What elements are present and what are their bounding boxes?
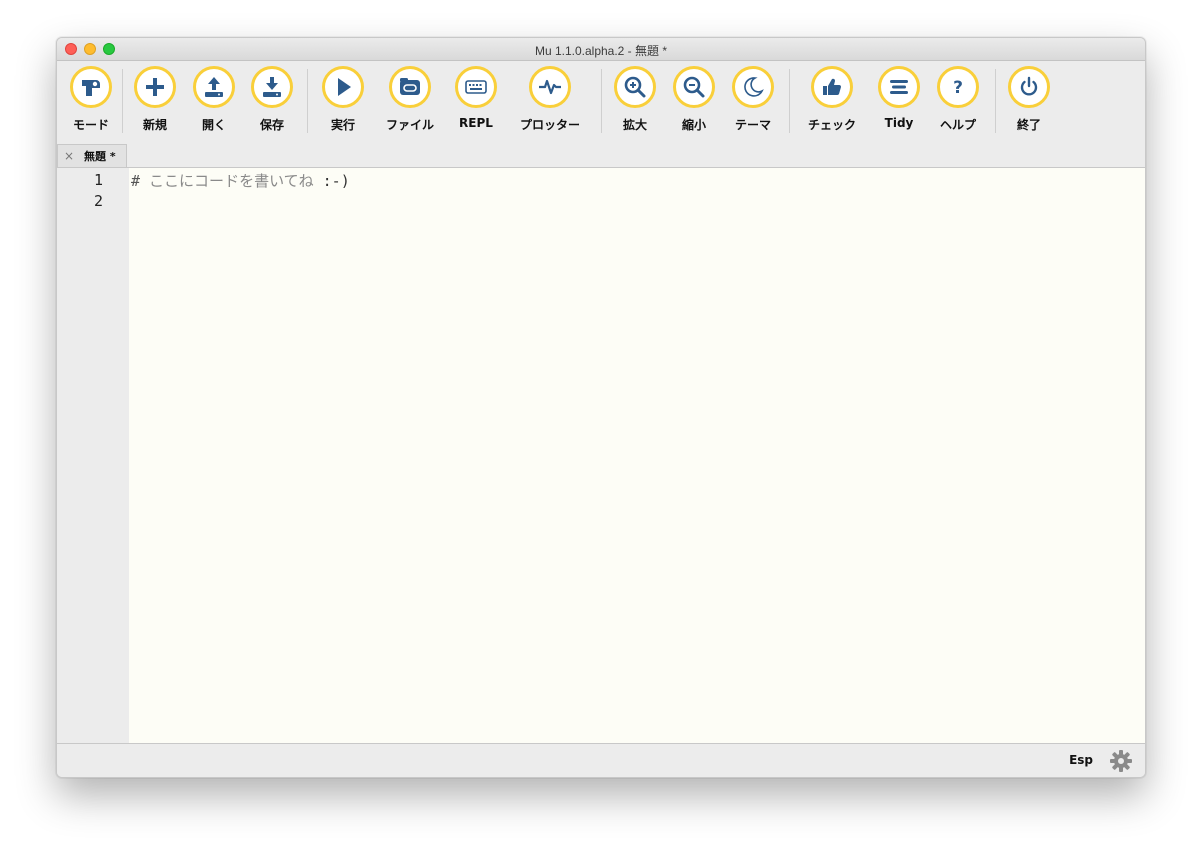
plotter-button[interactable]: プロッター	[515, 66, 585, 133]
theme-button[interactable]: テーマ	[718, 66, 788, 133]
files-icon	[389, 66, 431, 108]
files-label: ファイル	[385, 118, 434, 132]
tab-label: 無題 *	[84, 150, 116, 163]
window-title: Mu 1.1.0.alpha.2 - 無題 *	[534, 44, 668, 58]
mode-button[interactable]: モード	[57, 66, 126, 133]
tidy-icon	[878, 66, 920, 108]
keyboard-icon	[455, 66, 497, 108]
tab-untitled[interactable]: × 無題 *	[57, 144, 127, 167]
check-label: チェック	[807, 118, 856, 132]
mu-editor-window: Mu 1.1.0.alpha.2 - 無題 * モード 新規 開く 保存 実行 …	[56, 37, 1146, 778]
thumbs-up-icon	[811, 66, 853, 108]
help-label: ヘルプ	[939, 118, 976, 132]
zoom-in-label: 拡大	[622, 118, 647, 132]
check-button[interactable]: チェック	[797, 66, 867, 133]
zoom-in-icon	[614, 66, 656, 108]
mode-icon	[70, 66, 112, 108]
play-icon	[322, 66, 364, 108]
comment-text: ここにコードを書いてね	[140, 172, 323, 190]
save-label: 保存	[259, 118, 284, 132]
mode-label: モード	[72, 118, 109, 132]
new-label: 新規	[142, 118, 167, 132]
comment-hash: #	[131, 172, 141, 190]
plotter-label: プロッター	[519, 118, 580, 132]
pulse-icon	[529, 66, 571, 108]
status-bar: Esp	[57, 743, 1145, 777]
zoom-out-label: 縮小	[681, 118, 706, 132]
run-button[interactable]: 実行	[308, 66, 378, 133]
quit-button[interactable]: 終了	[994, 66, 1064, 133]
line-number: 1	[93, 171, 103, 189]
repl-label: REPL	[459, 116, 493, 130]
plus-icon	[134, 66, 176, 108]
toolbar: モード 新規 開く 保存 実行 ファイル REPL プロッター 拡大 縮小 テー…	[57, 61, 1145, 141]
repl-button[interactable]: REPL	[441, 66, 511, 130]
upload-icon	[193, 66, 235, 108]
quit-label: 終了	[1016, 118, 1041, 132]
code-line[interactable]: # ここにコードを書いてね :-)	[131, 170, 350, 191]
power-icon	[1008, 66, 1050, 108]
current-mode-label[interactable]: Esp	[1069, 753, 1093, 767]
line-number-gutter: 1 2	[57, 168, 129, 744]
download-icon	[251, 66, 293, 108]
code-editor[interactable]: 1 2 # ここにコードを書いてね :-)	[57, 168, 1145, 744]
line-number: 2	[93, 192, 103, 210]
save-button[interactable]: 保存	[237, 66, 307, 133]
gear-icon[interactable]	[1109, 749, 1133, 773]
close-tab-icon[interactable]: ×	[64, 149, 76, 163]
files-button[interactable]: ファイル	[375, 66, 445, 133]
theme-label: テーマ	[734, 118, 771, 132]
load-label: 開く	[201, 118, 226, 132]
comment-smiley: :-)	[322, 172, 350, 190]
svg-text:?: ?	[953, 78, 963, 98]
help-button[interactable]: ? ヘルプ	[923, 66, 993, 133]
moon-icon	[732, 66, 774, 108]
toolbar-separator	[789, 69, 790, 133]
run-label: 実行	[330, 118, 355, 132]
tab-bar: × 無題 *	[57, 142, 1145, 168]
tidy-label: Tidy	[884, 116, 914, 130]
help-icon: ?	[937, 66, 979, 108]
title-bar: Mu 1.1.0.alpha.2 - 無題 *	[57, 38, 1145, 61]
zoom-out-icon	[673, 66, 715, 108]
